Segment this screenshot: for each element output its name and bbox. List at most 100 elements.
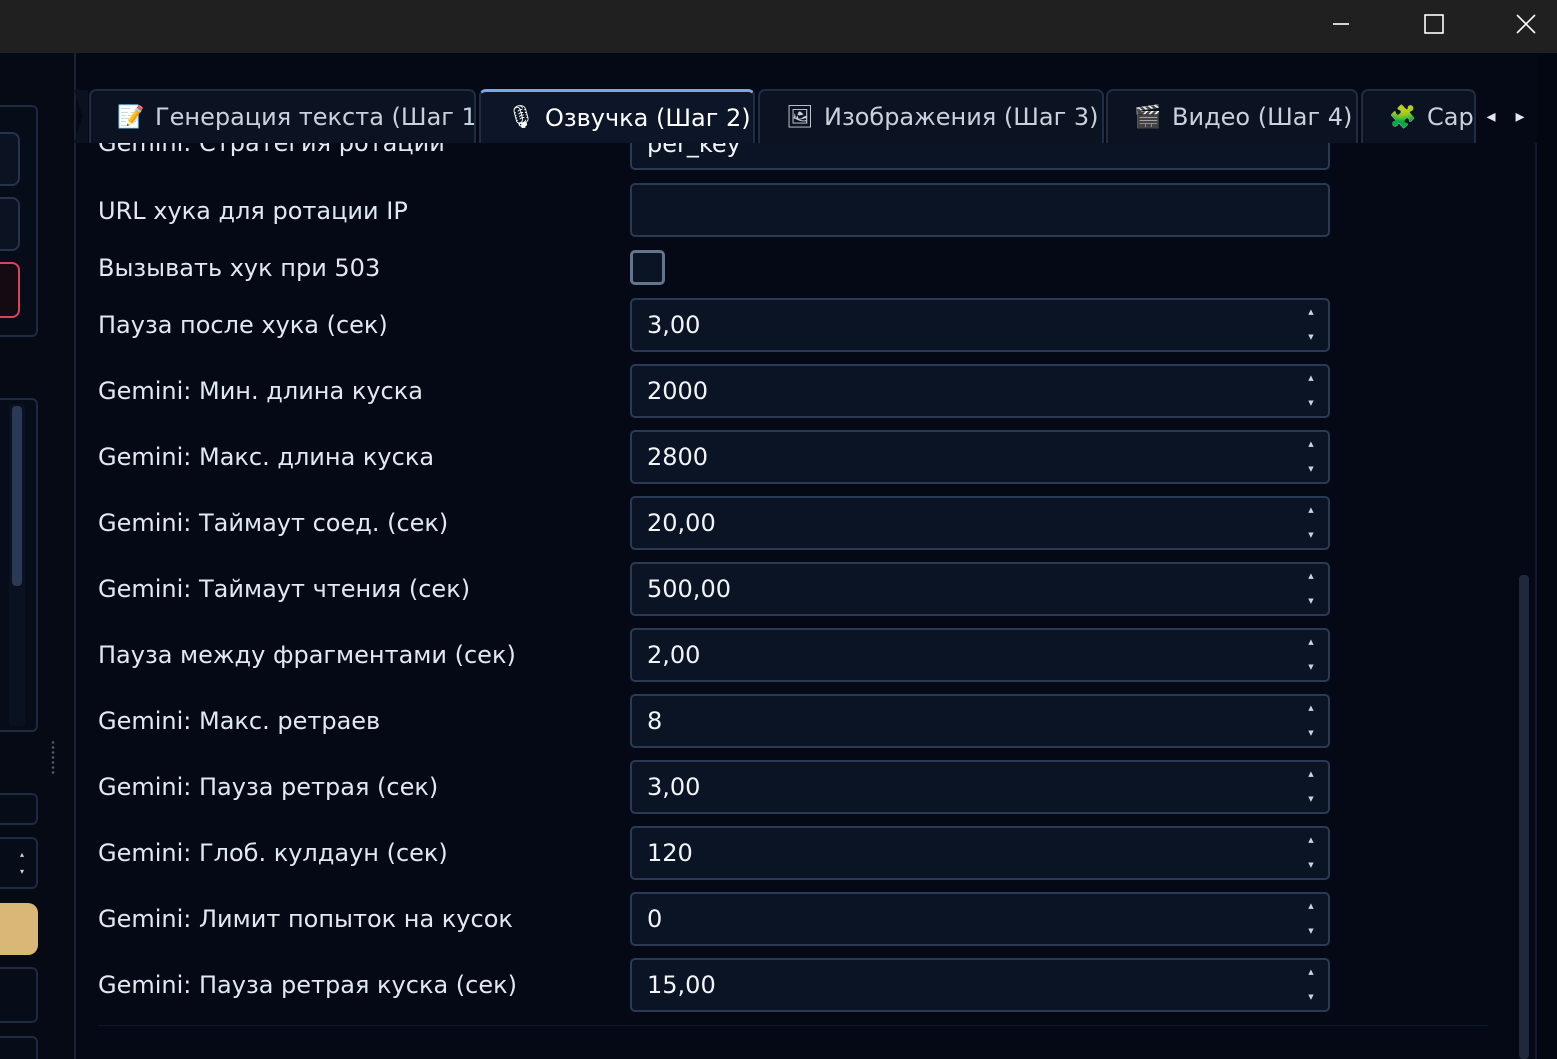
setting-spinbox[interactable]: 3,00 ▲ ▼ [630, 760, 1330, 814]
spin-up-icon[interactable]: ▲ [1308, 902, 1313, 911]
tab-scroll-left-button[interactable]: ◂ [1480, 96, 1502, 136]
panel-border [1535, 143, 1537, 1059]
tab-text-generation[interactable]: 📝 Генерация текста (Шаг 1) [89, 89, 476, 143]
spin-down-icon[interactable]: ▼ [1308, 465, 1313, 474]
spinbox-value: 2000 [647, 377, 709, 405]
setting-label: Gemini: Лимит попыток на кусок [98, 905, 513, 933]
setting-label: Gemini: Таймаут соед. (сек) [98, 509, 449, 537]
sidebar-button[interactable] [0, 197, 20, 251]
spin-up-icon[interactable]: ▲ [1308, 572, 1313, 581]
spin-arrows[interactable]: ▲ ▼ [1304, 704, 1318, 738]
spin-arrows[interactable]: ▲ ▼ [1304, 770, 1318, 804]
microphone-icon: 🎙 [507, 105, 535, 130]
sidebar-danger-button[interactable] [0, 262, 20, 318]
setting-label: Пауза после хука (сек) [98, 311, 388, 339]
maximize-icon [1424, 14, 1444, 34]
setting-spinbox[interactable]: 15,00 ▲ ▼ [630, 958, 1330, 1012]
spinbox-value: 15,00 [647, 971, 716, 999]
sidebar-scrollbar-thumb[interactable] [12, 406, 22, 586]
spin-down-icon[interactable]: ▼ [1308, 927, 1313, 936]
minimize-button[interactable] [1318, 0, 1364, 48]
spin-down-icon[interactable]: ▼ [1308, 795, 1313, 804]
setting-spinbox[interactable]: 3,00 ▲ ▼ [630, 298, 1330, 352]
setting-label: Gemini: Макс. длина куска [98, 443, 435, 471]
splitter-handle[interactable] [51, 740, 55, 774]
spin-arrows[interactable]: ▲ ▼ [1304, 836, 1318, 870]
sidebar-button[interactable] [0, 967, 38, 1023]
setting-spinbox[interactable]: 8 ▲ ▼ [630, 694, 1330, 748]
setting-label: Gemini: Глоб. кулдаун (сек) [98, 839, 448, 867]
close-button[interactable] [1503, 0, 1549, 48]
tab-label: Изображения (Шаг 3) [824, 103, 1099, 131]
spin-up-icon[interactable]: ▲ [1308, 770, 1313, 779]
setting-label: URL хука для ротации IP [98, 197, 408, 225]
divider [98, 1025, 1488, 1026]
sidebar-input[interactable] [0, 793, 38, 825]
spin-arrows[interactable]: ▲ ▼ [1304, 440, 1318, 474]
spin-down-icon[interactable]: ▼ [1308, 531, 1313, 540]
tab-label: Озвучка (Шаг 2) [545, 103, 751, 132]
tab-voiceover[interactable]: 🎙 Озвучка (Шаг 2) [479, 89, 755, 143]
spin-up-icon[interactable]: ▲ [1308, 440, 1313, 449]
spinbox-value: 3,00 [647, 311, 701, 339]
spin-down-icon[interactable]: ▼ [1308, 729, 1313, 738]
spin-arrows[interactable]: ▲ ▼ [1304, 902, 1318, 936]
spin-up-icon[interactable]: ▲ [1308, 638, 1313, 647]
spin-up-icon[interactable]: ▲ [1308, 704, 1313, 713]
maximize-button[interactable] [1411, 0, 1457, 48]
spin-arrows[interactable]: ▲ ▼ [1304, 968, 1318, 1002]
spin-arrows[interactable]: ▲ ▼ [1304, 374, 1318, 408]
spin-up-icon[interactable]: ▲ [1308, 308, 1313, 317]
setting-spinbox[interactable]: 0 ▲ ▼ [630, 892, 1330, 946]
spinbox-value: 2800 [647, 443, 709, 471]
setting-label: Gemini: Пауза ретрая куска (сек) [98, 971, 517, 999]
url-hook-input[interactable] [630, 183, 1330, 237]
spin-down-icon[interactable]: ▼ [1308, 993, 1313, 1002]
spin-down-icon[interactable]: ▼ [1308, 333, 1313, 342]
spin-up-icon[interactable]: ▲ [1308, 374, 1313, 383]
setting-spinbox[interactable]: 2,00 ▲ ▼ [630, 628, 1330, 682]
spin-arrows[interactable]: ▲ ▼ [1304, 308, 1318, 342]
spin-down-icon[interactable]: ▼ [1308, 663, 1313, 672]
spinbox-value: 3,00 [647, 773, 701, 801]
setting-spinbox[interactable]: 20,00 ▲ ▼ [630, 496, 1330, 550]
sidebar-primary-button[interactable] [0, 903, 38, 955]
tab-label: Видео (Шаг 4) [1172, 103, 1353, 131]
spin-up-icon[interactable]: ▲ [1308, 836, 1313, 845]
setting-spinbox[interactable]: 2800 ▲ ▼ [630, 430, 1330, 484]
tab-label: Cap [1427, 103, 1474, 131]
spin-up-icon[interactable]: ▲ [1308, 968, 1313, 977]
spin-arrows[interactable]: ▲ ▼ [1304, 638, 1318, 672]
spinbox-value: 20,00 [647, 509, 716, 537]
sidebar-button[interactable] [0, 1036, 38, 1059]
setting-spinbox[interactable]: 2000 ▲ ▼ [630, 364, 1330, 418]
chevron-left-icon: ◂ [1486, 105, 1496, 127]
call-hook-checkbox[interactable] [630, 250, 665, 285]
spinbox-value: 500,00 [647, 575, 731, 603]
setting-spinbox[interactable]: 120 ▲ ▼ [630, 826, 1330, 880]
tab-label: Генерация текста (Шаг 1) [155, 103, 476, 131]
spin-down-icon[interactable]: ▼ [1308, 597, 1313, 606]
setting-label: Gemini: Пауза ретрая (сек) [98, 773, 439, 801]
setting-label: Пауза между фрагментами (сек) [98, 641, 516, 669]
memo-icon: 📝 [117, 104, 145, 130]
picture-icon: 🖼 [786, 104, 814, 130]
tab-video[interactable]: 🎬 Видео (Шаг 4) [1106, 89, 1358, 143]
sidebar-spin-arrows[interactable]: ▴ ▾ [18, 846, 26, 880]
settings-scrollbar-thumb[interactable] [1519, 575, 1529, 1059]
close-icon [1516, 14, 1536, 34]
spin-arrows[interactable]: ▲ ▼ [1304, 572, 1318, 606]
setting-spinbox[interactable]: 500,00 ▲ ▼ [630, 562, 1330, 616]
spin-arrows[interactable]: ▲ ▼ [1304, 506, 1318, 540]
spin-down-icon[interactable]: ▼ [1308, 861, 1313, 870]
setting-label: Gemini: Мин. длина куска [98, 377, 423, 405]
tab-images[interactable]: 🖼 Изображения (Шаг 3) [758, 89, 1104, 143]
tab-captions[interactable]: 🧩 Cap [1361, 89, 1476, 143]
spin-up-icon[interactable]: ▲ [1308, 506, 1313, 515]
spinbox-value: 0 [647, 905, 663, 933]
clapperboard-icon: 🎬 [1134, 104, 1162, 130]
sidebar-button[interactable] [0, 132, 20, 186]
spin-down-icon[interactable]: ▼ [1308, 399, 1313, 408]
spinbox-value: 2,00 [647, 641, 701, 669]
tab-scroll-right-button[interactable]: ▸ [1509, 96, 1531, 136]
